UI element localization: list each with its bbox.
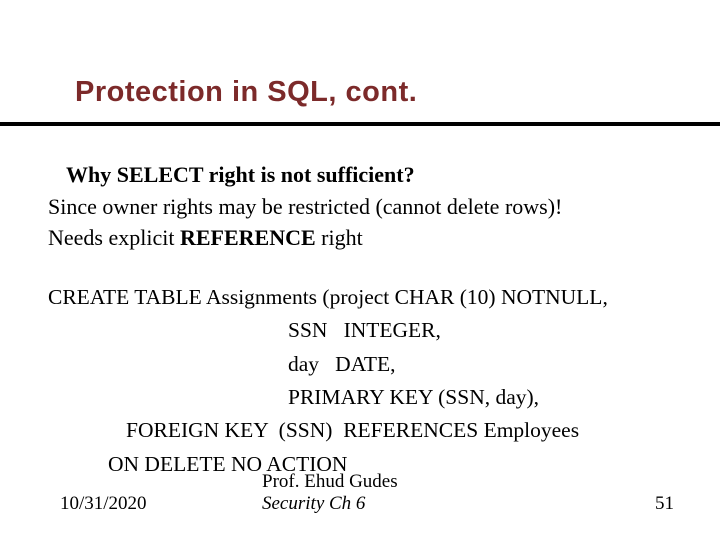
sql-line-2: SSN INTEGER, <box>48 314 680 347</box>
body-line-1: Since owner rights may be restricted (ca… <box>48 192 680 222</box>
footer-course: Security Ch 6 <box>262 493 365 515</box>
body-line-2: Needs explicit REFERENCE right <box>48 223 680 253</box>
sql-line-1: CREATE TABLE Assignments (project CHAR (… <box>48 281 680 314</box>
sql-line-4: PRIMARY KEY (SSN, day), <box>48 381 680 414</box>
sql-line-3: day DATE, <box>48 348 680 381</box>
footer-date: 10/31/2020 <box>60 493 147 515</box>
footer-page-number: 51 <box>655 493 674 515</box>
title-underline <box>0 122 720 126</box>
question-text: Why SELECT right is not sufficient? <box>66 160 680 190</box>
slide-body: Why SELECT right is not sufficient? Sinc… <box>48 160 680 481</box>
footer-author: Prof. Ehud Gudes <box>262 471 398 493</box>
slide-title: Protection in SQL, cont. <box>75 76 417 109</box>
body-line-2-pre: Needs explicit <box>48 225 180 250</box>
reference-keyword: REFERENCE <box>180 225 316 250</box>
sql-code-block: CREATE TABLE Assignments (project CHAR (… <box>48 281 680 481</box>
body-line-2-post: right <box>316 225 363 250</box>
slide: Protection in SQL, cont. Why SELECT righ… <box>0 0 720 540</box>
sql-line-5: FOREIGN KEY (SSN) REFERENCES Employees <box>48 414 680 447</box>
